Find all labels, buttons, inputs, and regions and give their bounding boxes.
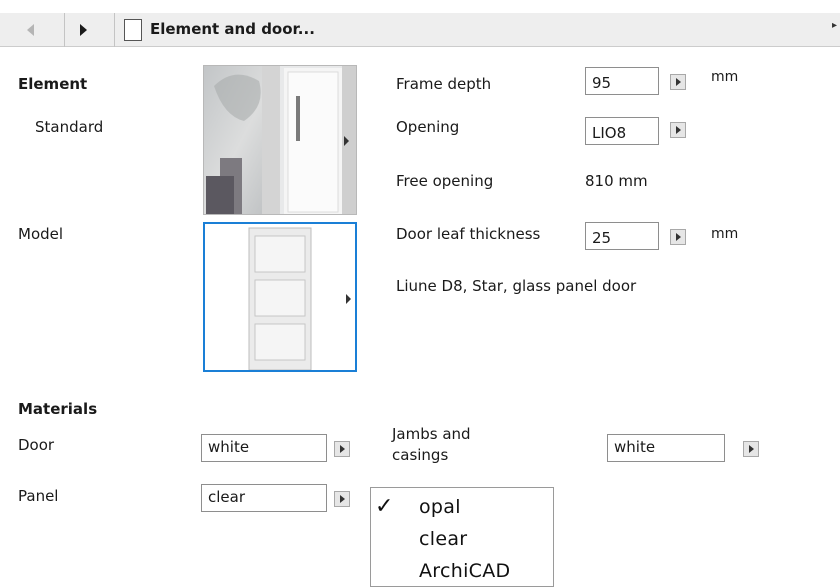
jambs-label-line1: Jambs and xyxy=(392,425,471,443)
jambs-label-line2: casings xyxy=(392,446,449,464)
element-section-label: Element xyxy=(18,75,88,93)
toolbar-separator xyxy=(64,13,65,47)
frame-depth-label: Frame depth xyxy=(396,75,492,93)
panel-material-field[interactable]: clear xyxy=(201,484,327,512)
door-leaf-thickness-unit: mm xyxy=(711,226,739,242)
jambs-casings-label: Jambs and casings xyxy=(392,424,471,466)
door-leaf-thickness-label: Door leaf thickness xyxy=(396,225,541,243)
toolbar-separator xyxy=(114,13,115,47)
menu-arrow-icon xyxy=(675,126,681,134)
door-model-drawing xyxy=(205,224,355,371)
menu-arrow-icon xyxy=(675,233,681,241)
panel-material-label: Panel xyxy=(18,487,59,505)
free-opening-label: Free opening xyxy=(396,172,494,190)
menu-arrow-icon xyxy=(339,445,345,453)
jambs-casings-field[interactable]: white xyxy=(607,434,725,462)
forward-arrow-icon xyxy=(79,24,87,36)
panel-title: Element and door... xyxy=(150,20,315,38)
opening-input[interactable]: LIO8 xyxy=(585,117,659,145)
checkmark-icon: ✓ xyxy=(375,494,394,519)
door-material-field[interactable]: white xyxy=(201,434,327,462)
model-description: Liune D8, Star, glass panel door xyxy=(396,277,637,295)
frame-depth-input[interactable]: 95 xyxy=(585,67,659,95)
model-label: Model xyxy=(18,225,64,243)
back-button[interactable] xyxy=(15,17,45,43)
opening-label: Opening xyxy=(396,118,460,136)
forward-button[interactable] xyxy=(68,17,98,43)
menu-item-opal[interactable]: opal xyxy=(419,496,461,518)
menu-arrow-icon xyxy=(748,445,754,453)
menu-arrow-icon xyxy=(346,294,351,304)
menu-item-clear[interactable]: clear xyxy=(419,528,467,550)
free-opening-value: 810 mm xyxy=(585,172,648,190)
element-value-label: Standard xyxy=(35,118,104,136)
materials-section-label: Materials xyxy=(18,400,98,418)
door-leaf-thickness-input[interactable]: 25 xyxy=(585,222,659,250)
menu-arrow-icon xyxy=(675,78,681,86)
element-preview-thumbnail[interactable] xyxy=(203,65,357,215)
back-arrow-icon xyxy=(26,24,34,36)
header-checkbox[interactable] xyxy=(124,19,142,41)
door-photo-image xyxy=(204,66,356,214)
model-preview-thumbnail[interactable] xyxy=(203,222,357,372)
frame-depth-unit: mm xyxy=(711,69,739,85)
opening-menu-button[interactable] xyxy=(670,122,686,138)
menu-item-archicad[interactable]: ArchiCAD xyxy=(419,560,510,582)
frame-depth-menu-button[interactable] xyxy=(670,74,686,90)
more-arrow-icon[interactable]: ▸ xyxy=(832,20,837,31)
door-material-menu-button[interactable] xyxy=(334,441,350,457)
panel-material-dropdown-menu: ✓ opal clear ArchiCAD xyxy=(370,487,554,587)
menu-arrow-icon xyxy=(344,136,349,146)
door-leaf-thickness-menu-button[interactable] xyxy=(670,229,686,245)
door-material-label: Door xyxy=(18,436,55,454)
jambs-casings-menu-button[interactable] xyxy=(743,441,759,457)
panel-material-menu-button[interactable] xyxy=(334,491,350,507)
menu-arrow-icon xyxy=(339,495,345,503)
